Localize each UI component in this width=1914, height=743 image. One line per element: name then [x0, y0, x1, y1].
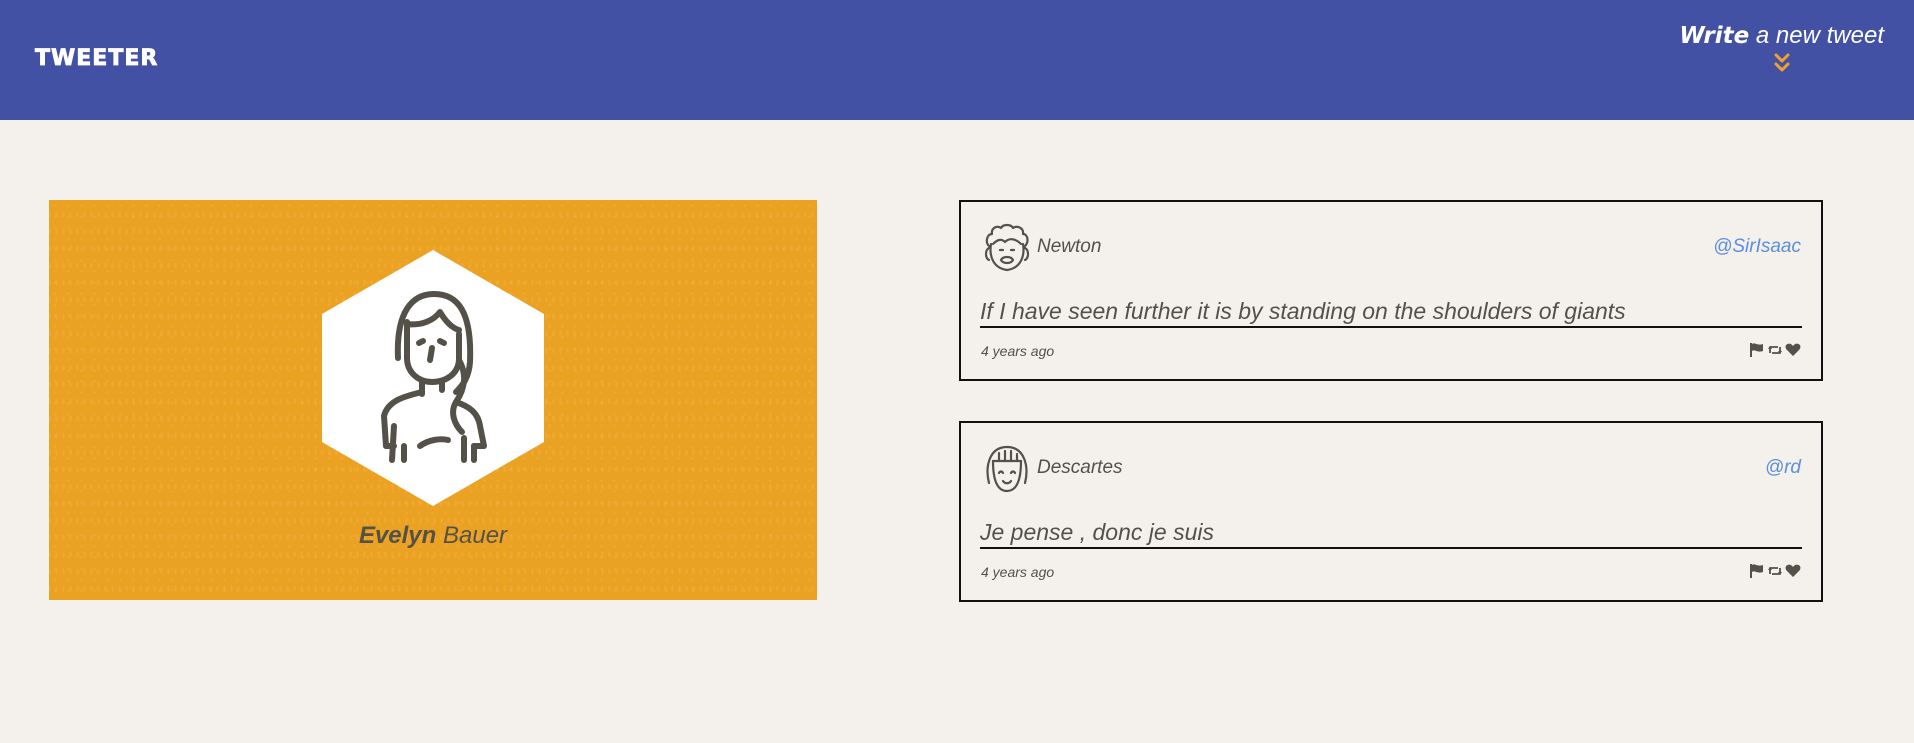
retweet-icon[interactable] — [1767, 342, 1783, 358]
compose-label-rest: a new tweet — [1749, 22, 1884, 49]
profile-card: Evelyn Bauer — [49, 200, 817, 600]
profile-last-name: Bauer — [436, 522, 508, 549]
profile-first-name: Evelyn — [358, 522, 437, 549]
compose-label-strong: Write — [1679, 23, 1750, 49]
tweet-card: Descartes @rd Je pense , donc je suis 4 … — [959, 421, 1823, 602]
curly-hair-avatar-icon — [984, 223, 1030, 272]
flag-icon[interactable] — [1749, 563, 1765, 579]
profile-name: Evelyn Bauer — [49, 522, 817, 550]
tweet-author-handle[interactable]: @SirIsaac — [1713, 236, 1801, 258]
bangs-avatar-icon — [986, 445, 1028, 493]
tweet-author-handle[interactable]: @rd — [1765, 457, 1801, 479]
app-logo[interactable]: TWEETER — [35, 46, 158, 72]
flag-icon[interactable] — [1749, 342, 1765, 358]
tweet-card: Newton @SirIsaac If I have seen further … — [959, 200, 1823, 381]
tweet-author-name: Descartes — [1037, 457, 1123, 478]
tweet-author-name: Newton — [1037, 236, 1102, 257]
profile-avatar — [322, 250, 544, 506]
double-chevron-down-icon[interactable] — [1772, 52, 1792, 74]
heart-icon[interactable] — [1785, 563, 1801, 579]
tweet-timestamp: 4 years ago — [981, 343, 1055, 359]
top-nav-bar: TWEETER Write a new tweet — [0, 0, 1914, 120]
tweet-text: Je pense , donc je suis — [980, 519, 1802, 549]
tweet-actions — [1749, 342, 1801, 358]
heart-icon[interactable] — [1785, 342, 1801, 358]
compose-label[interactable]: Write a new tweet — [1679, 22, 1884, 50]
tweet-timestamp: 4 years ago — [981, 564, 1055, 580]
tweet-actions — [1749, 563, 1801, 579]
compose-tweet-toggle[interactable]: Write a new tweet — [1679, 22, 1884, 74]
tweet-text: If I have seen further it is by standing… — [980, 298, 1802, 328]
retweet-icon[interactable] — [1767, 563, 1783, 579]
